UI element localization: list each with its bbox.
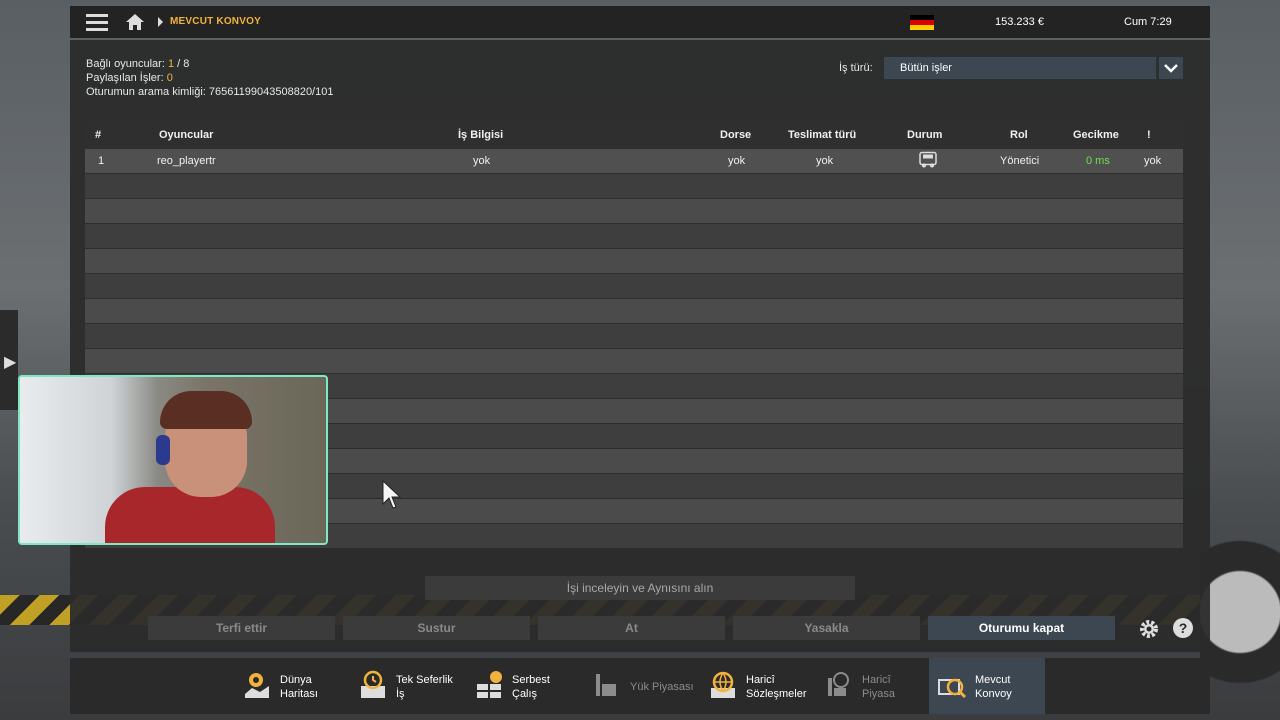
chevron-down-icon [1164,64,1178,73]
help-icon[interactable]: ? [1173,618,1193,638]
home-icon[interactable] [125,12,145,32]
top-bar: MEVCUT KONVOY 153.233 € Cum 7:29 [70,6,1210,38]
job-type-label: İş türü: [839,62,873,74]
col-job-info[interactable]: İş Bilgisi [458,129,503,141]
breadcrumb: MEVCUT KONVOY [170,16,261,27]
row-trailer: yok [728,155,746,167]
row-role: Yönetici [1000,155,1040,167]
row-job-info: yok [473,155,491,167]
nav-single-job[interactable]: Tek Seferlik İş [350,658,460,714]
cargo-market-icon [596,674,616,696]
promote-button[interactable]: Terfi ettir [148,616,335,640]
nav-world-map[interactable]: Dünya Haritası [234,658,344,714]
world-map-icon [245,673,269,698]
session-search-id: Oturumun arama kimliği: 7656119904350882… [86,86,334,98]
breadcrumb-arrow-icon [158,17,163,27]
free-work-icon [477,671,502,698]
table-row-empty [85,224,1183,248]
globe-icon [711,671,735,698]
single-job-icon [361,670,385,698]
col-num: # [95,129,102,141]
bottom-nav: Dünya Haritası Tek Seferlik İş Serbest Ç… [70,658,1210,714]
table-row-empty [85,349,1183,373]
close-session-button[interactable]: Oturumu kapat [928,616,1115,640]
truck-icon [918,151,938,172]
nav-external-contracts[interactable]: Haricî Sözleşmeler [700,658,810,714]
chevron-right-icon: ▶ [4,354,17,371]
ban-button[interactable]: Yasakla [733,616,920,640]
row-player: reo_playertr [157,155,216,167]
col-delay[interactable]: Gecikme [1073,129,1119,141]
job-type-select[interactable]: Bütün işler [884,57,1156,79]
external-market-icon [828,672,849,696]
table-row-empty [85,324,1183,348]
nav-current-convoy[interactable]: Mevcut Konvoy [929,658,1045,714]
germany-flag-icon [910,15,934,30]
menu-icon[interactable] [86,14,108,31]
inspect-job-button[interactable]: İşi inceleyin ve Aynısını alın [425,576,855,600]
table-row-empty [85,174,1183,198]
game-clock: Cum 7:29 [1124,16,1172,28]
col-role[interactable]: Rol [1010,129,1028,141]
table-row[interactable]: 1 reo_playertr yok yok yok Yönetici 0 ms… [85,149,1183,173]
row-num: 1 [98,155,105,167]
convoy-icon [938,678,967,699]
table-row-empty [85,299,1183,323]
col-warning: ! [1147,129,1151,141]
table-header: # Oyuncular İş Bilgisi Dorse Teslimat tü… [85,122,1183,148]
row-delivery: yok [816,155,834,167]
nav-cargo-market[interactable]: Yük Piyasası [584,658,694,714]
shared-jobs: Paylaşılan İşler: 0 [86,72,173,84]
mouse-cursor-icon [382,480,402,509]
connected-players: Bağlı oyuncular: 1 / 8 [86,58,190,70]
kick-button[interactable]: At [538,616,725,640]
side-expand-tab[interactable]: ▶ [0,310,18,410]
table-row-empty [85,274,1183,298]
col-status[interactable]: Durum [907,129,942,141]
money-display: 153.233 € [995,16,1044,28]
col-trailer[interactable]: Dorse [720,129,751,141]
col-delivery[interactable]: Teslimat türü [788,129,856,141]
nav-external-market[interactable]: Haricî Piyasa [816,658,926,714]
row-warning: yok [1144,155,1162,167]
col-players[interactable]: Oyuncular [159,129,213,141]
gear-icon[interactable] [1138,618,1160,640]
webcam-overlay [18,375,328,545]
mute-button[interactable]: Sustur [343,616,530,640]
background-truck-wheel [1200,450,1280,720]
nav-free-work[interactable]: Serbest Çalış [466,658,576,714]
job-type-dropdown-button[interactable] [1159,57,1183,79]
table-row-empty [85,199,1183,223]
row-delay: 0 ms [1086,155,1110,167]
table-row-empty [85,249,1183,273]
